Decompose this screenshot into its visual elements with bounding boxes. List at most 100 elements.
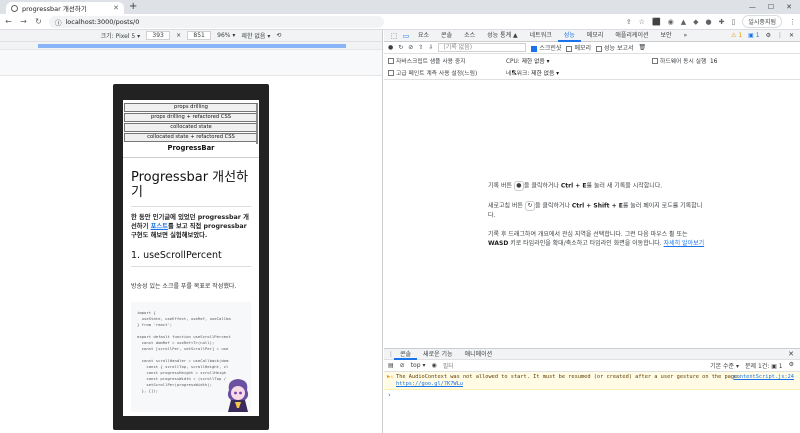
star-icon[interactable]: ☆: [639, 18, 645, 26]
extension-icon[interactable]: ⬛: [652, 18, 661, 26]
tab-memory[interactable]: 메모리: [581, 30, 610, 42]
performance-landing: 기록 버튼 ● 을 클릭하거나 Ctrl + E를 눌러 새 기록을 시작합니다.…: [488, 181, 708, 258]
extension-icon[interactable]: ◆: [693, 18, 698, 26]
issues-counter[interactable]: 문제 1건: ▣ 1: [745, 361, 783, 370]
sidebar-toggle-icon[interactable]: ▤: [388, 362, 394, 369]
console-filter-input[interactable]: 필터: [443, 361, 593, 370]
forward-icon[interactable]: →: [19, 17, 28, 26]
clear-icon[interactable]: ⊘: [408, 44, 413, 51]
network-select[interactable]: 제한 없음 ▾: [531, 71, 559, 77]
extension-icon[interactable]: ▲: [681, 18, 686, 26]
tab-performance-insights[interactable]: 성능 통계 ▲: [481, 30, 524, 42]
extension-icon[interactable]: ●: [706, 18, 712, 26]
learn-more-link[interactable]: 자세히 알아보기: [664, 240, 705, 247]
warning-badge[interactable]: ⚠ 1: [731, 32, 742, 39]
tab-elements[interactable]: 요소: [412, 30, 435, 42]
close-drawer-icon[interactable]: ✕: [788, 350, 800, 358]
device-toolbar: 크기: Pixel 5 ▾ 393 × 851 96% ▾ 제한 없음 ▾ ⟲: [0, 30, 382, 42]
post-link[interactable]: 포스트: [151, 223, 168, 230]
warning-text: The AudioContext was not allowed to star…: [396, 374, 741, 380]
warning-source-link[interactable]: contentScript.js:24: [733, 374, 794, 381]
reload-record-button[interactable]: ↻: [524, 201, 535, 211]
devtools-tabbar: ⬚ ▭ 요소 콘솔 소스 성능 통계 ▲ 네트워크 성능 메모리 애플리케이션 …: [384, 30, 800, 42]
sidebar-icon[interactable]: ▯: [732, 18, 736, 26]
minimize-icon[interactable]: —: [749, 3, 756, 11]
close-devtools-icon[interactable]: ✕: [789, 32, 794, 39]
context-select[interactable]: top ▾: [411, 362, 426, 369]
times-icon: ×: [176, 32, 182, 39]
profile-button[interactable]: 일시중지됨: [742, 15, 782, 28]
clear-console-icon[interactable]: ⊘: [400, 362, 405, 369]
throttle-select[interactable]: 제한 없음 ▾: [241, 31, 270, 40]
memory-checkbox[interactable]: 메모리: [566, 43, 591, 52]
device-toggle-icon[interactable]: ▭: [400, 32, 412, 40]
tab-console[interactable]: 콘솔: [435, 30, 458, 42]
console-settings-icon[interactable]: ⚙: [789, 361, 794, 370]
console-prompt[interactable]: ›: [384, 390, 800, 400]
more-tabs-icon[interactable]: »: [678, 30, 694, 42]
browser-tab[interactable]: progressbar 개선하기 ✕: [6, 2, 124, 14]
screenshot-checkbox[interactable]: 스크린샷: [531, 43, 561, 52]
height-input[interactable]: 851: [187, 31, 212, 40]
console-toolbar: ▤ ⊘ top ▾ ◉ 필터 기본 수준 ▾ 문제 1건: ▣ 1 ⚙: [384, 360, 800, 372]
extension-icon[interactable]: ◉: [668, 18, 674, 26]
tab-performance[interactable]: 성능: [557, 30, 581, 42]
tab-network[interactable]: 네트워크: [524, 30, 558, 42]
tab-security[interactable]: 보안: [654, 30, 677, 42]
menu-icon[interactable]: ⋮: [789, 18, 796, 26]
profile-select[interactable]: (기록 없음): [438, 43, 527, 52]
settings-row: 고급 페인트 계측 사용 설정(느림) 네트워크: 제한 없음 ▾: [384, 66, 800, 78]
drawer-tab-animations[interactable]: 애니메이션: [459, 349, 499, 360]
maximize-icon[interactable]: ☐: [768, 3, 774, 11]
reload-record-icon[interactable]: ↻: [398, 44, 403, 51]
puzzle-icon[interactable]: ✚: [719, 18, 725, 26]
zoom-select[interactable]: 96% ▾: [217, 32, 235, 39]
nav-button[interactable]: collocated state + refactored CSS: [124, 133, 258, 142]
width-input[interactable]: 393: [146, 31, 171, 40]
share-icon[interactable]: ⇪: [626, 18, 632, 26]
eye-icon[interactable]: ◉: [431, 362, 436, 369]
post-intro: 한 동안 인기글에 있었던 progressbar 개선하기 포스트를 보고 직…: [131, 213, 251, 240]
scrollbar-thumb[interactable]: [256, 104, 258, 144]
close-window-icon[interactable]: ✕: [786, 3, 792, 11]
web-vitals-checkbox[interactable]: 성능 보고서: [596, 43, 634, 52]
paint-instrumentation-checkbox[interactable]: 고급 페인트 계측 사용 설정(느림): [388, 68, 506, 77]
upload-icon[interactable]: ⇧: [418, 44, 423, 51]
log-levels-select[interactable]: 기본 수준 ▾: [710, 361, 739, 370]
url-input[interactable]: ⓘ localhost:3000/posts/0: [49, 15, 384, 28]
devtools-panel: ⬚ ▭ 요소 콘솔 소스 성능 통계 ▲ 네트워크 성능 메모리 애플리케이션 …: [384, 30, 800, 433]
nav-button[interactable]: props drilling + refactored CSS: [124, 113, 258, 122]
tab-sources[interactable]: 소스: [458, 30, 481, 42]
network-throttle: 네트워크: 제한 없음 ▾: [506, 68, 652, 77]
record-icon[interactable]: ●: [388, 44, 393, 51]
media-query-range[interactable]: [38, 44, 346, 48]
hw-concurrency-checkbox[interactable]: 하드웨어 동시 실행 16: [652, 56, 717, 65]
reload-icon[interactable]: ↻: [34, 17, 43, 26]
hw-concurrency-input[interactable]: 16: [710, 59, 717, 65]
settings-gear-icon[interactable]: ⚙: [766, 32, 771, 39]
drawer-tab-console[interactable]: 콘솔: [394, 349, 418, 360]
back-icon[interactable]: ←: [4, 17, 13, 26]
nav-button[interactable]: props drilling: [124, 103, 258, 112]
warning-link[interactable]: https://goo.gl/7K7WLu: [396, 381, 463, 387]
record-button[interactable]: ●: [513, 181, 524, 191]
address-bar: ← → ↻ ⓘ localhost:3000/posts/0 ⇪ ☆ ⬛ ◉ ▲…: [0, 14, 800, 30]
rotate-icon[interactable]: ⟲: [276, 32, 281, 39]
instruction-text: 을 클릭하거나: [523, 182, 561, 190]
device-select[interactable]: 크기: Pixel 5 ▾: [101, 31, 141, 40]
close-tab-icon[interactable]: ✕: [113, 4, 119, 12]
media-query-bar[interactable]: [0, 42, 382, 50]
drawer-tabbar: ⋮ 콘솔 새로운 기능 애니메이션 ✕: [384, 349, 800, 360]
drawer-tab-whats-new[interactable]: 새로운 기능: [417, 349, 459, 360]
message-badge[interactable]: ▣ 1: [748, 32, 759, 39]
nav-button[interactable]: collocated state: [124, 123, 258, 132]
js-samples-checkbox[interactable]: 자바스크립트 샘플 사용 중지: [388, 56, 506, 65]
new-tab-button[interactable]: +: [129, 2, 137, 12]
garbage-icon[interactable]: 🗑: [639, 44, 647, 51]
more-options-icon[interactable]: ⋮: [777, 32, 783, 39]
inspect-icon[interactable]: ⬚: [388, 32, 400, 40]
cpu-select[interactable]: 제한 없음 ▾: [522, 59, 550, 65]
tab-application[interactable]: 애플리케이션: [609, 30, 654, 42]
download-icon[interactable]: ⇩: [428, 44, 433, 51]
info-icon[interactable]: ⓘ: [55, 17, 62, 27]
